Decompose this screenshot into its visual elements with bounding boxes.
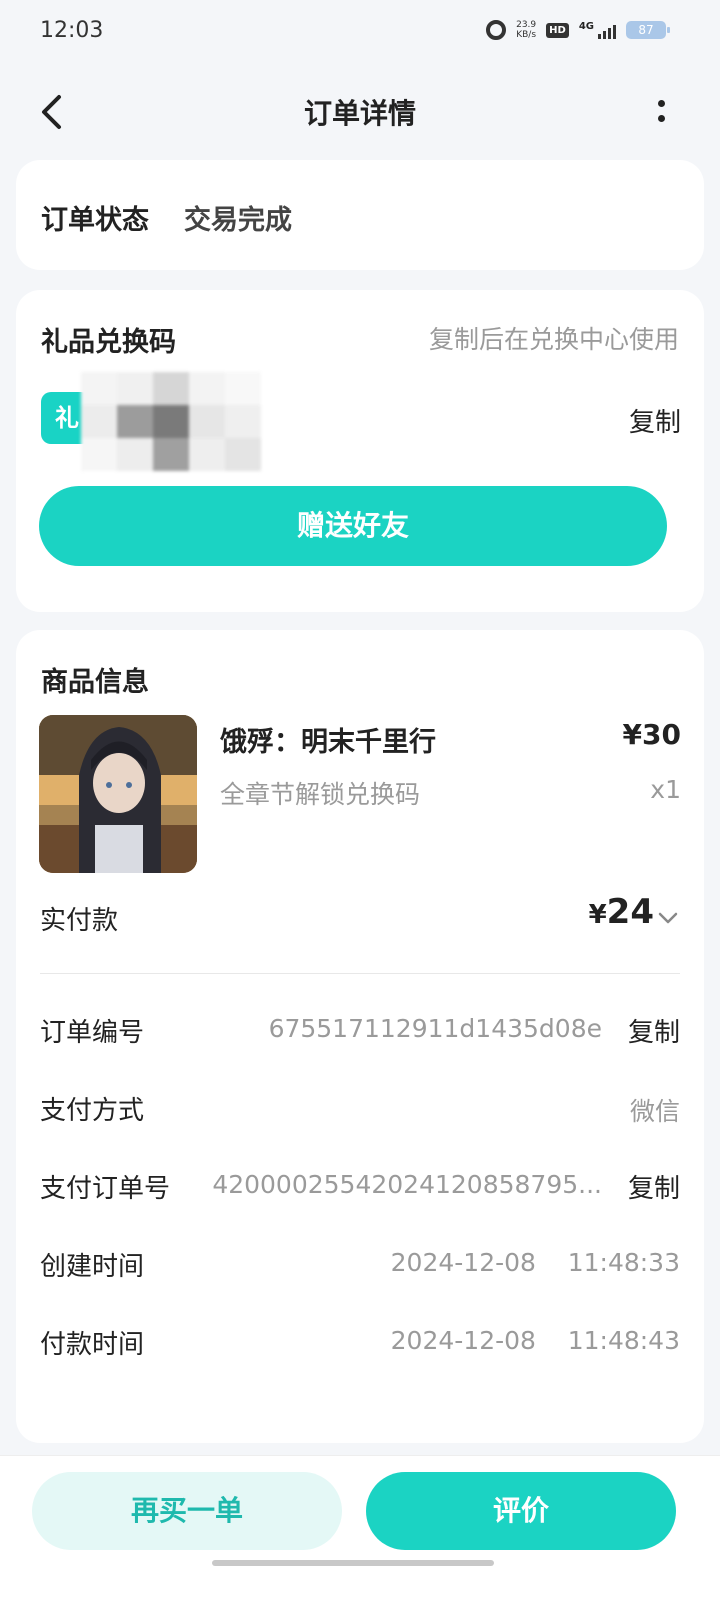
product-name[interactable]: 饿殍：明末千里行	[220, 720, 436, 759]
product-price: ¥30	[622, 718, 681, 751]
divider	[40, 973, 680, 974]
paid-time-row: 付款时间 2024-12-08 11:48:43	[40, 1324, 680, 1364]
net-speed-value: 23.9	[516, 20, 537, 30]
payment-method-row: 支付方式 微信	[40, 1090, 680, 1130]
hd-icon: HD	[546, 22, 569, 38]
buy-again-button[interactable]: 再买一单	[32, 1472, 342, 1550]
product-subtitle: 全章节解锁兑换码	[220, 780, 421, 809]
alarm-icon	[486, 20, 507, 40]
order-status-label: 订单状态	[41, 205, 149, 236]
currency-symbol: ¥	[588, 900, 607, 930]
signal-label: 4G	[578, 21, 594, 32]
gift-code-hint: 复制后在兑换中心使用	[428, 325, 679, 354]
order-status-card: 订单状态 交易完成	[16, 160, 704, 270]
order-number-label: 订单编号	[40, 1018, 145, 1048]
created-time-value: 2024-12-08 11:48:33	[390, 1248, 680, 1277]
payment-order-number-row: 支付订单号 42000025542024120858795... 复制	[40, 1168, 680, 1208]
redeem-code-blurred	[81, 372, 311, 472]
more-options-button[interactable]	[646, 96, 676, 126]
gift-code-row: 礼 复制	[41, 372, 681, 472]
home-indicator[interactable]	[212, 1560, 494, 1566]
paid-amount-number: 24	[606, 892, 654, 932]
review-button[interactable]: 评价	[366, 1472, 676, 1550]
chevron-down-icon[interactable]	[656, 906, 680, 930]
send-to-friend-button[interactable]: 赠送好友	[39, 486, 667, 566]
page-title: 订单详情	[303, 97, 416, 130]
more-dots-icon	[657, 100, 665, 107]
copy-code-button[interactable]: 复制	[629, 402, 681, 439]
product-info-card: 商品信息 饿殍：明末千里行 ¥30 全章节解锁兑换码 x1 实付款 ¥24 订单…	[16, 630, 704, 1443]
status-time: 12:03	[40, 18, 104, 43]
net-speed-unit: KB/s	[516, 30, 537, 40]
status-icons: 23.9 KB/s HD 4G 87	[486, 20, 670, 40]
paid-amount-value[interactable]: ¥24	[589, 892, 654, 932]
net-speed: 23.9 KB/s	[516, 20, 536, 40]
copy-payment-order-number-button[interactable]: 复制	[628, 1168, 680, 1205]
payment-method-value: 微信	[629, 1097, 680, 1126]
order-number-row: 订单编号 675517112911d1435d08e 复制	[40, 1012, 680, 1052]
nav-bar: 订单详情	[0, 64, 720, 156]
order-status-value: 交易完成	[184, 205, 292, 236]
paid-time-value: 2024-12-08 11:48:43	[390, 1326, 680, 1355]
product-quantity: x1	[650, 775, 681, 804]
gift-code-title: 礼品兑换码	[41, 327, 176, 358]
game-cover-image	[39, 715, 197, 873]
gift-code-card: 礼品兑换码 复制后在兑换中心使用 礼 复制 赠送好友	[16, 290, 704, 612]
order-number-value: 675517112911d1435d08e	[268, 1014, 602, 1043]
product-section-title: 商品信息	[41, 667, 149, 698]
battery-icon: 87	[626, 21, 670, 39]
bottom-action-bar: 再买一单 评价	[0, 1455, 720, 1600]
created-time-row: 创建时间 2024-12-08 11:48:33	[40, 1246, 680, 1286]
payment-order-number-label: 支付订单号	[40, 1174, 171, 1204]
product-thumbnail[interactable]	[39, 715, 197, 873]
payment-method-label: 支付方式	[40, 1096, 145, 1126]
copy-order-number-button[interactable]: 复制	[628, 1012, 680, 1049]
status-bar: 12:03 23.9 KB/s HD 4G 87	[0, 0, 720, 64]
payment-order-number-value: 42000025542024120858795...	[212, 1170, 602, 1199]
paid-time-label: 付款时间	[40, 1330, 145, 1360]
created-time-label: 创建时间	[40, 1252, 145, 1282]
signal-icon: 4G	[579, 21, 616, 39]
paid-amount-label: 实付款	[40, 906, 119, 936]
